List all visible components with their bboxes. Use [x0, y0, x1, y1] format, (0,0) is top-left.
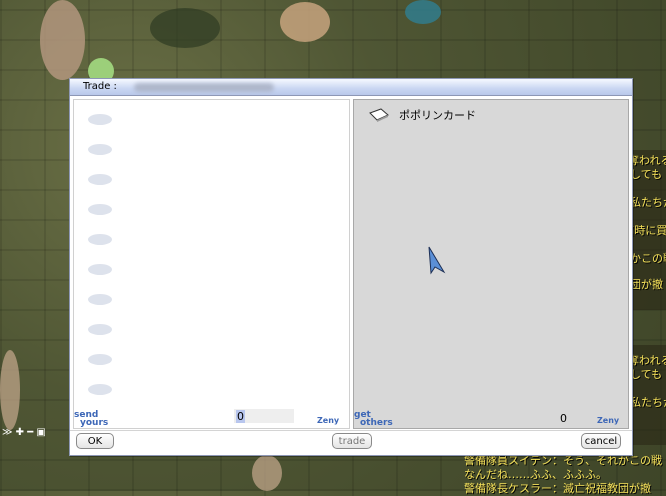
zeny-input[interactable]: 0 [234, 409, 294, 423]
trade-title: Trade : [83, 81, 117, 92]
trade-titlebar[interactable]: Trade : [70, 79, 632, 96]
get-others-label: get others [354, 411, 393, 428]
hud-shortcut-icons[interactable]: ≫ ✚ ━ ▣ [2, 427, 46, 438]
ok-button[interactable]: OK [76, 433, 114, 449]
empty-item-slot[interactable] [88, 234, 112, 245]
trade-button[interactable]: trade [332, 433, 372, 449]
empty-item-slot[interactable] [88, 384, 112, 395]
empty-item-slot[interactable] [88, 174, 112, 185]
character-sprite [405, 0, 441, 24]
partner-zeny-value: 0 [560, 412, 567, 425]
zeny-unit-label: Zeny [597, 416, 620, 425]
empty-item-slot[interactable] [88, 354, 112, 365]
empty-item-slot[interactable] [88, 144, 112, 155]
character-sprite [0, 350, 20, 430]
send-yours-label: send yours [74, 411, 109, 428]
plant-sprite [150, 8, 220, 48]
character-sprite [40, 0, 85, 80]
partner-item-name: ポポリンカード [399, 109, 476, 122]
chat-line: (時に買 [630, 224, 666, 237]
chat-line: 警備隊長ケスラー：滅亡祝福教団が撤 [464, 482, 651, 495]
chat-line: 私たちか [630, 196, 666, 209]
chat-line: しても [630, 168, 663, 181]
chat-line: 団が撤 [630, 278, 663, 291]
card-icon [369, 108, 389, 122]
empty-item-slot[interactable] [88, 114, 112, 125]
trade-partner-name-redacted [134, 83, 274, 92]
others-label: others [360, 418, 393, 428]
your-offer-panel[interactable] [73, 99, 350, 429]
empty-item-slot[interactable] [88, 324, 112, 335]
chat-line: しても [630, 368, 663, 381]
mouse-cursor-icon [428, 246, 446, 275]
character-sprite [280, 2, 330, 42]
zeny-input-value: 0 [236, 410, 245, 423]
yours-label: yours [80, 418, 109, 428]
trade-window: Trade : ポポリンカード send yours 0 Zeny get ot… [69, 78, 633, 456]
empty-item-slot[interactable] [88, 294, 112, 305]
chat-line: かこの戦 [630, 252, 666, 265]
cancel-button[interactable]: cancel [581, 433, 621, 449]
partner-offer-panel: ポポリンカード [353, 99, 629, 429]
chat-line: 私たちか [630, 396, 666, 409]
empty-item-slot[interactable] [88, 204, 112, 215]
empty-item-slot[interactable] [88, 264, 112, 275]
divider [70, 430, 632, 431]
zeny-unit-label: Zeny [317, 416, 340, 425]
character-sprite [252, 455, 282, 491]
